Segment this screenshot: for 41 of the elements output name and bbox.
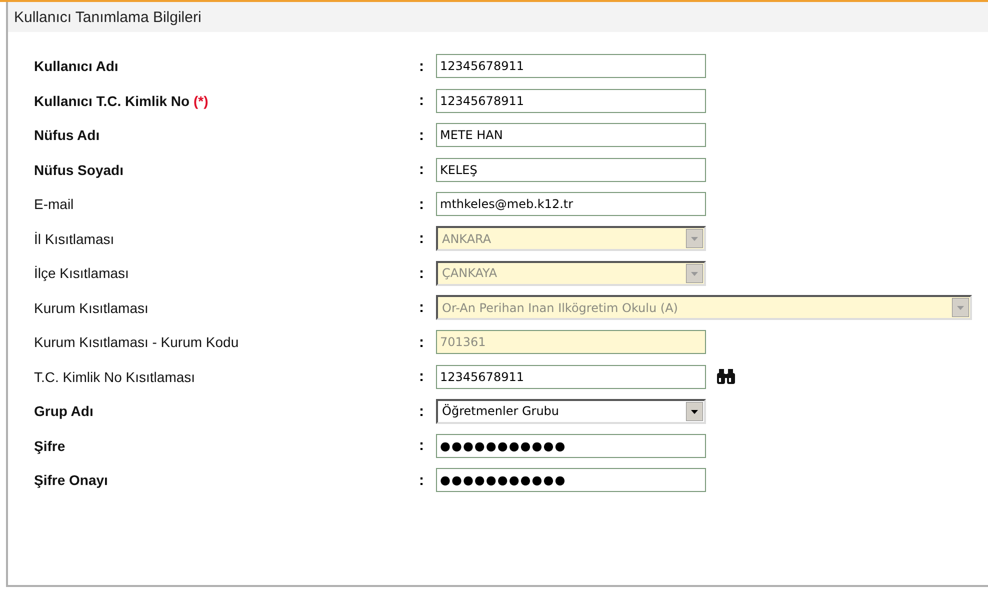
colon-separator: : — [419, 437, 425, 454]
colon-separator: : — [419, 402, 425, 420]
field-label: Kullanıcı Adı — [34, 58, 120, 74]
input-field[interactable]: mthkeles@meb.k12.tr — [436, 192, 706, 216]
dropdown-arrow-icon — [686, 264, 703, 283]
input-field[interactable]: 12345678911 — [436, 54, 706, 78]
colon-separator: : — [419, 264, 425, 282]
colon-separator: : — [419, 92, 425, 110]
field-label: Nüfus Adı — [34, 127, 101, 144]
binoculars-icon[interactable] — [716, 368, 736, 385]
field-label: Şifre Onayı — [34, 472, 109, 488]
field-label: Kullanıcı T.C. Kimlik No (*) — [34, 92, 210, 109]
dropdown-arrow-icon — [686, 402, 703, 421]
colon-separator: : — [419, 161, 425, 178]
colon-separator: : — [419, 472, 425, 489]
password-field[interactable]: ●●●●●●●●●●● — [436, 434, 706, 458]
password-field[interactable]: ●●●●●●●●●●● — [436, 468, 706, 492]
field-label: İl Kısıtlaması — [34, 230, 116, 247]
input-field[interactable]: 12345678911 — [436, 88, 706, 113]
field-label: T.C. Kimlik No Kısıtlaması — [34, 368, 196, 385]
colon-separator: : — [419, 58, 425, 75]
field-label: İlçe Kısıtlaması — [34, 265, 130, 282]
dropdown[interactable]: Öğretmenler Grubu — [436, 398, 706, 424]
colon-separator: : — [419, 126, 425, 144]
colon-separator: : — [419, 368, 425, 386]
colon-separator: : — [419, 299, 425, 316]
input-field[interactable]: 12345678911 — [436, 364, 706, 389]
colon-separator: : — [419, 196, 425, 213]
field-label: Kurum Kısıtlaması — [34, 300, 150, 316]
dropdown-arrow-icon — [952, 298, 969, 318]
field-label: Nüfus Soyadı — [34, 162, 124, 178]
colon-separator: : — [419, 230, 425, 248]
input-field[interactable]: METE HAN — [436, 123, 706, 148]
field-label: E-mail — [34, 196, 75, 212]
colon-separator: : — [419, 334, 425, 351]
field-label: Kurum Kısıtlaması - Kurum Kodu — [34, 334, 240, 350]
field-label: Grup Adı — [34, 403, 94, 420]
field-label: Şifre — [34, 438, 66, 454]
panel-title: Kullanıcı Tanımlama Bilgileri — [14, 8, 202, 26]
input-field[interactable]: KELEŞ — [436, 158, 706, 182]
dropdown-arrow-icon — [686, 229, 703, 248]
